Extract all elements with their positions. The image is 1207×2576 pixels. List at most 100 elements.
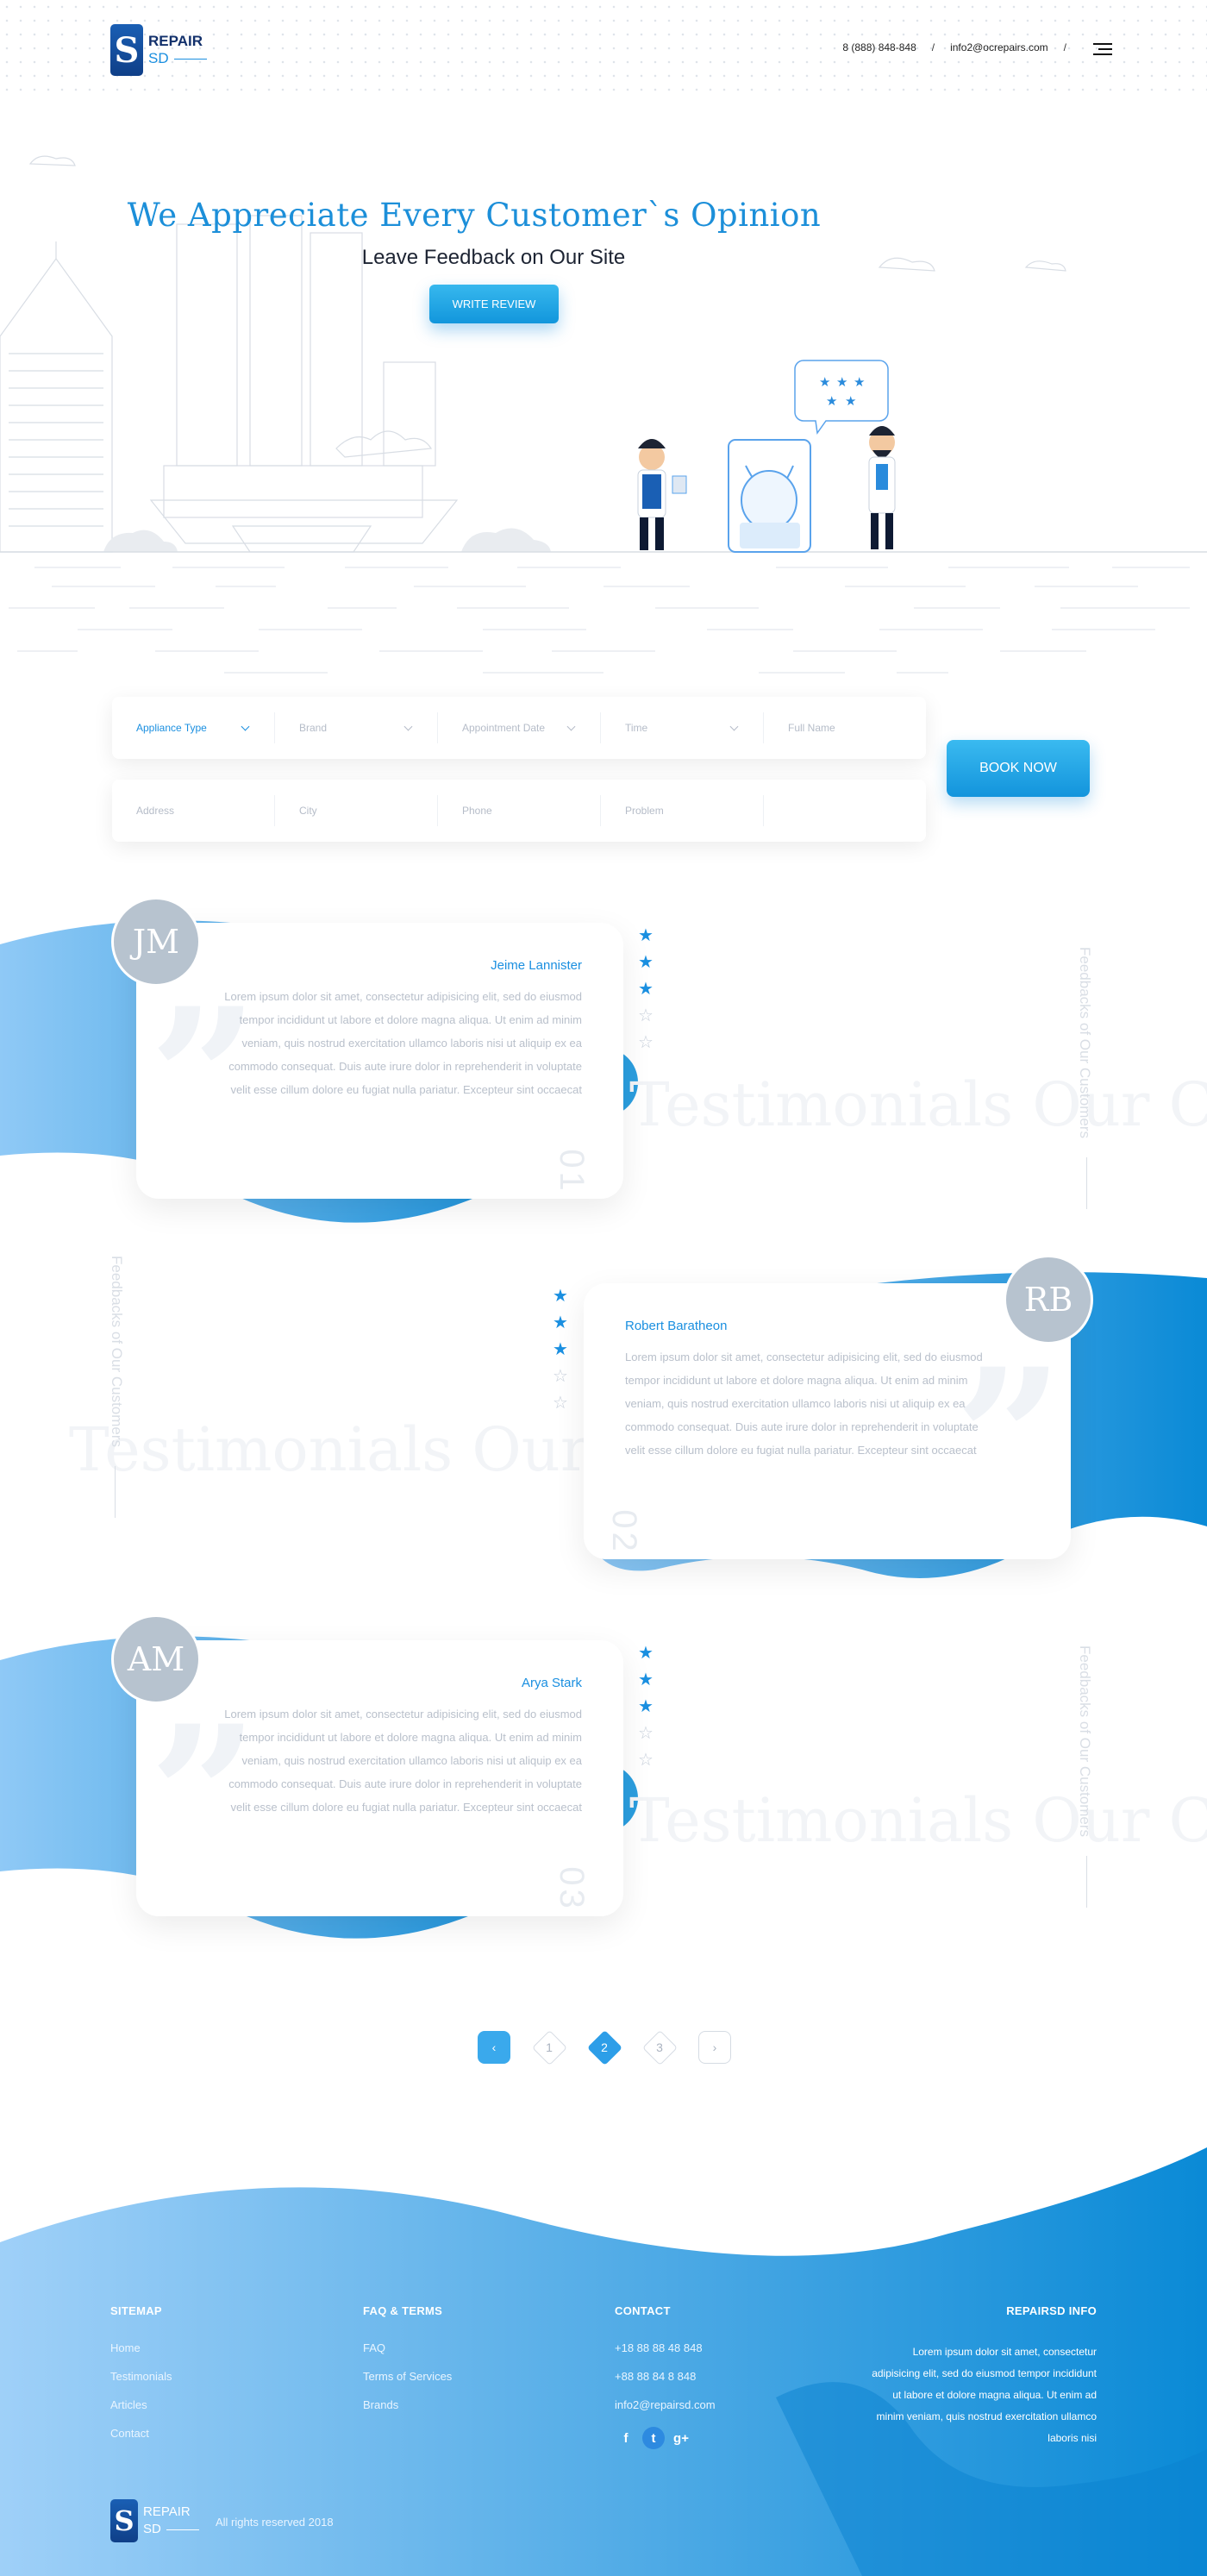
logo-text: REPAIR SD (143, 2504, 199, 2538)
testimonial-text: Lorem ipsum dolor sit amet, consectetur … (224, 1708, 582, 1814)
chevron-down-icon (241, 722, 250, 730)
footer-sitemap: SITEMAP Home Testimonials Articles Conta… (110, 2304, 172, 2455)
page-2-button[interactable]: 2 (588, 2031, 621, 2064)
footer-info-text: Lorem ipsum dolor sit amet, consectetur … (872, 2346, 1097, 2444)
side-label: Feedbacks of Our Customers (1077, 947, 1093, 1139)
testimonial-number: 03 (552, 1866, 591, 1912)
logo-sd: SD (148, 50, 207, 67)
chevron-down-icon (403, 722, 413, 730)
separator: / (931, 41, 935, 53)
star-empty-icon: ☆ (553, 1394, 568, 1413)
footer-link-contact[interactable]: Contact (110, 2427, 172, 2440)
logo-repair: REPAIR (148, 33, 203, 49)
appointment-date-select[interactable]: Appointment Date (438, 712, 601, 743)
facebook-icon[interactable]: f (615, 2427, 637, 2449)
star-empty-icon: ☆ (638, 1751, 654, 1770)
site-header: S REPAIR SD 8 (888) 848-848 / info2@ocre… (0, 0, 1207, 99)
svg-text:★: ★ (854, 375, 865, 390)
empty-field (764, 795, 926, 826)
footer-sitemap-title: SITEMAP (110, 2304, 162, 2317)
logo-sd: SD (143, 2521, 199, 2538)
avatar: JM (111, 897, 201, 987)
copyright: All rights reserved 2018 (216, 2516, 334, 2529)
hero-subtitle: Leave Feedback on Our Site (361, 246, 626, 269)
star-empty-icon: ☆ (638, 1006, 654, 1025)
social-links: f t g+ (615, 2427, 716, 2449)
phone-field[interactable]: Phone (438, 795, 601, 826)
page-1-button[interactable]: 1 (533, 2031, 566, 2064)
logo-repair: REPAIR (143, 2504, 191, 2519)
side-label: Feedbacks of Our Customers (1077, 1645, 1093, 1838)
city-field[interactable]: City (275, 795, 438, 826)
google-plus-icon[interactable]: g+ (670, 2427, 692, 2449)
svg-text:★: ★ (826, 394, 837, 409)
pagination: ‹ 1 2 3 › (478, 2031, 754, 2064)
full-name-field[interactable]: Full Name (764, 712, 926, 743)
footer-link-terms[interactable]: Terms of Services (363, 2370, 452, 2383)
svg-text:★: ★ (845, 394, 856, 409)
appliance-type-select[interactable]: Appliance Type (112, 712, 275, 743)
brand-select[interactable]: Brand (275, 712, 438, 743)
header-phone[interactable]: 8 (888) 848-848 (842, 41, 916, 53)
star-empty-icon: ☆ (638, 1724, 654, 1743)
write-review-button[interactable]: WRITE REVIEW (429, 285, 559, 323)
footer-link-home[interactable]: Home (110, 2341, 172, 2354)
testimonial-text: Lorem ipsum dolor sit amet, consectetur … (224, 990, 582, 1096)
logo-mark: S (110, 24, 143, 76)
twitter-icon[interactable]: t (642, 2427, 665, 2449)
footer-link-faq[interactable]: FAQ (363, 2341, 452, 2354)
star-filled-icon: ★ (638, 926, 654, 945)
footer-logo[interactable]: S REPAIR SD (110, 2499, 199, 2542)
separator: / (1063, 41, 1066, 53)
hamburger-icon[interactable] (1093, 43, 1112, 55)
side-label: Feedbacks of Our Customers (109, 1256, 125, 1448)
footer-info-title: REPAIRSD INFO (1006, 2304, 1097, 2317)
side-line (115, 1466, 116, 1518)
side-line (1086, 1856, 1087, 1908)
footer-link-brands[interactable]: Brands (363, 2398, 452, 2411)
chevron-right-icon[interactable]: › (698, 2031, 731, 2064)
footer-contact-title: CONTACT (615, 2304, 671, 2317)
star-filled-icon: ★ (553, 1313, 568, 1332)
svg-text:★: ★ (836, 375, 847, 390)
header-email[interactable]: info2@ocrepairs.com (950, 41, 1048, 53)
problem-field[interactable]: Problem (601, 795, 764, 826)
testimonial-text: Lorem ipsum dolor sit amet, consectetur … (625, 1351, 983, 1457)
footer-info: REPAIRSD INFO Lorem ipsum dolor sit amet… (871, 2304, 1097, 2449)
footer-phone-2[interactable]: +88 88 84 8 848 (615, 2370, 716, 2383)
footer-contact: CONTACT +18 88 88 48 848 +88 88 84 8 848… (615, 2304, 716, 2449)
rating-stars: ★ ★ ★ ☆ ☆ (637, 923, 654, 1056)
logo-mark: S (110, 2499, 138, 2542)
star-filled-icon: ★ (638, 953, 654, 972)
chevron-left-icon[interactable]: ‹ (478, 2031, 510, 2064)
footer-phone-1[interactable]: +18 88 88 48 848 (615, 2341, 716, 2354)
footer-link-articles[interactable]: Articles (110, 2398, 172, 2411)
rating-stars: ★ ★ ★ ☆ ☆ (552, 1283, 569, 1417)
book-now-button[interactable]: BOOK NOW (947, 740, 1090, 797)
footer-link-testimonials[interactable]: Testimonials (110, 2370, 172, 2383)
logo-text: REPAIR SD (148, 33, 207, 67)
star-filled-icon: ★ (553, 1287, 568, 1306)
chevron-down-icon (566, 722, 576, 730)
footer-email[interactable]: info2@repairsd.com (615, 2398, 716, 2411)
footer-faq-title: FAQ & TERMS (363, 2304, 443, 2317)
repairman-left-illustration (637, 439, 687, 550)
booking-form-row-1: Appliance Type Brand Appointment Date Ti… (112, 697, 926, 759)
star-filled-icon: ★ (553, 1340, 568, 1359)
testimonial-number: 01 (552, 1149, 591, 1194)
address-field[interactable]: Address (112, 795, 275, 826)
time-select[interactable]: Time (601, 712, 764, 743)
testimonial-card: ” Robert Baratheon Lorem ipsum dolor sit… (584, 1283, 1071, 1559)
washing-machine-character (728, 439, 811, 553)
testimonial-name: Arya Stark (521, 1676, 582, 1690)
testimonial-name: Robert Baratheon (625, 1319, 728, 1333)
side-line (1086, 1157, 1087, 1209)
page-3-button[interactable]: 3 (643, 2031, 676, 2064)
ghost-heading: Testimonials Our C (69, 1414, 655, 1485)
svg-text:★: ★ (819, 375, 830, 390)
testimonial-card: ” Arya Stark Lorem ipsum dolor sit amet,… (136, 1640, 623, 1916)
star-filled-icon: ★ (638, 1644, 654, 1663)
ghost-heading: Testimonials Our C (629, 1785, 1207, 1856)
hero-title: We Appreciate Every Customer`s Opinion (127, 197, 822, 234)
site-logo[interactable]: S REPAIR SD (110, 24, 207, 76)
